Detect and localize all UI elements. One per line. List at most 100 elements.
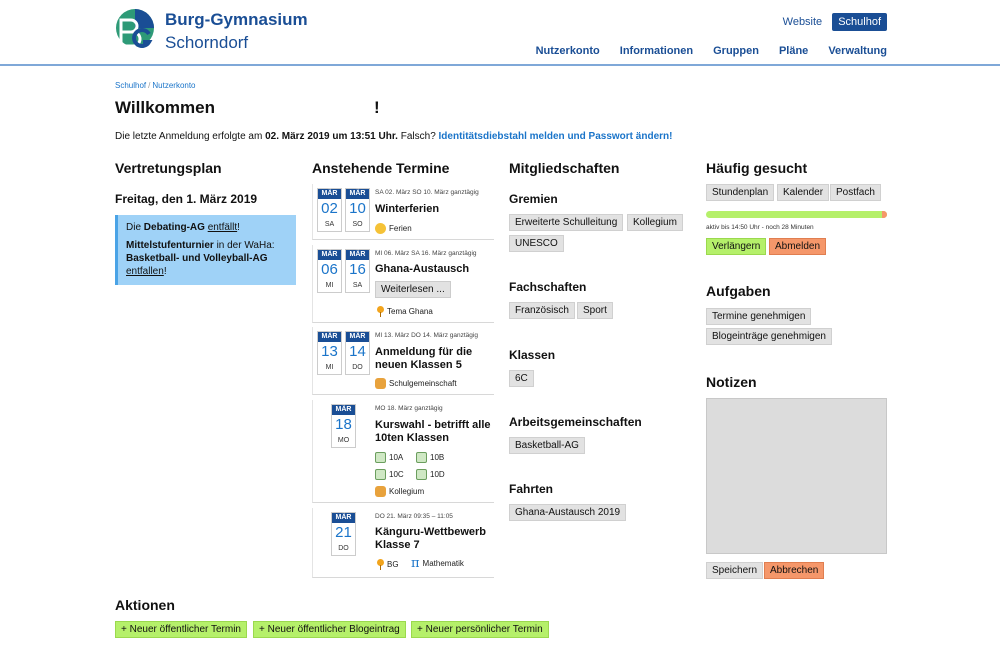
website-link[interactable]: Website <box>779 14 827 30</box>
school-location[interactable]: Schorndorf <box>165 33 248 53</box>
fahrten-title: Fahrten <box>509 482 554 496</box>
page-title: Willkommen <box>115 98 215 117</box>
entfaellt-link[interactable]: entfällt <box>208 222 237 233</box>
school-name[interactable]: Burg-Gymnasium <box>165 10 308 30</box>
termine-title: Anstehende Termine <box>312 160 450 176</box>
event-item[interactable]: MÄR 02 SA MÄR 10 SO SA 02. März SO 10. März … <box>312 184 494 240</box>
class-icon <box>375 452 386 463</box>
calendar-date: MÄR 18 MO <box>331 404 356 448</box>
last-login-datetime: 02. März 2019 um 13:51 Uhr. <box>265 131 398 142</box>
last-login-question: Falsch? <box>400 131 436 142</box>
haeufig-title: Häufig gesucht <box>706 160 808 176</box>
quicklink-postfach[interactable]: Postfach <box>830 184 881 201</box>
event-tag: Kollegium <box>375 486 424 497</box>
page-title-exclamation: ! <box>374 98 380 117</box>
ags-title: Arbeitsgemeinschaften <box>509 415 642 429</box>
session-status: aktiv bis 14:50 Uhr - noch 28 Minuten <box>706 224 814 231</box>
event-title[interactable]: Känguru-Wettbewerb Klasse 7 <box>375 526 493 552</box>
main-nav: Nutzerkonto Informationen Gruppen Pläne … <box>536 45 887 57</box>
event-meta: MI 13. März DO 14. März ganztägig <box>375 332 478 339</box>
gremien-title: Gremien <box>509 192 558 206</box>
event-tag: Ferien <box>375 223 412 234</box>
calendar-date-start: MÄR 13 MI <box>317 331 342 375</box>
notice-line-debating: Die Debating-AG entfällt! <box>126 222 240 233</box>
event-title[interactable]: Kurswahl - betrifft alle 10ten Klassen <box>375 419 493 445</box>
event-meta: MO 18. März ganztägig <box>375 405 443 412</box>
event-title[interactable]: Anmeldung für die neuen Klassen 5 <box>375 346 493 372</box>
report-identity-theft-link[interactable]: Identitätsdiebstahl melden und Passwort … <box>439 131 673 142</box>
vertretungsplan-title: Vertretungsplan <box>115 160 222 176</box>
school-logo-icon[interactable] <box>115 8 159 52</box>
membership-tag[interactable]: Kollegium <box>627 214 683 231</box>
event-item[interactable]: MÄR 13 MI MÄR 14 DO MI 13. März DO 14. März … <box>312 327 494 395</box>
last-login-prefix: Die letzte Anmeldung erfolgte am <box>115 131 263 142</box>
nav-item-nutzerkonto[interactable]: Nutzerkonto <box>536 45 600 57</box>
read-more-button[interactable]: Weiterlesen ... <box>375 281 451 298</box>
breadcrumb-nutzerkonto[interactable]: Nutzerkonto <box>152 81 195 90</box>
calendar-date-end: MÄR 16 SA <box>345 249 370 293</box>
quicklink-stundenplan[interactable]: Stundenplan <box>706 184 775 201</box>
event-tag: Schulgemeinschaft <box>375 378 457 389</box>
cancel-notes-button[interactable]: Abbrechen <box>764 562 825 579</box>
save-notes-button[interactable]: Speichern <box>706 562 764 579</box>
group-icon <box>375 486 386 497</box>
vertretungsplan-notice: Die Debating-AG entfällt! Mittelstufentu… <box>115 215 296 285</box>
class-icon <box>375 469 386 480</box>
mitgliedschaften-title: Mitgliedschaften <box>509 160 620 176</box>
fachschaften-title: Fachschaften <box>509 280 587 294</box>
nav-item-plaene[interactable]: Pläne <box>779 45 808 57</box>
membership-tag[interactable]: Erweiterte Schulleitung <box>509 214 624 231</box>
session-progress-fill <box>881 211 887 218</box>
event-item[interactable]: MÄR 18 MO MO 18. März ganztägig Kurswahl -… <box>312 400 494 503</box>
aktionen-title: Aktionen <box>115 597 175 613</box>
klassen-title: Klassen <box>509 348 556 362</box>
site-header: Burg-Gymnasium Schorndorf Website Schulh… <box>0 0 1000 66</box>
calendar-date-start: MÄR 02 SA <box>317 188 342 232</box>
nav-item-verwaltung[interactable]: Verwaltung <box>828 45 887 57</box>
nav-item-informationen[interactable]: Informationen <box>620 45 693 57</box>
event-tag: 10D <box>416 469 445 480</box>
nav-item-gruppen[interactable]: Gruppen <box>713 45 759 57</box>
membership-tag[interactable]: 6C <box>509 370 534 387</box>
membership-tag[interactable]: Ghana-Austausch 2019 <box>509 504 627 521</box>
location-pin-icon <box>377 306 384 317</box>
task-termine-genehmigen[interactable]: Termine genehmigen <box>706 308 812 325</box>
notes-textarea[interactable] <box>706 398 887 554</box>
schulhof-link[interactable]: Schulhof <box>832 13 887 31</box>
breadcrumb: Schulhof / Nutzerkonto <box>115 81 196 90</box>
event-title[interactable]: Ghana-Austausch <box>375 263 493 276</box>
session-progress-bar <box>706 211 887 218</box>
top-links: Website Schulhof <box>779 13 887 31</box>
event-meta: MI 06. März SA 16. März ganztägig <box>375 250 477 257</box>
event-item[interactable]: MÄR 06 MI MÄR 16 SA MI 06. März SA 16. März … <box>312 245 494 323</box>
notice-line-turnier: Mittelstufenturnier in der WaHa: <box>126 240 275 251</box>
event-item[interactable]: MÄR 21 DO DO 21. März 09:35 – 11:05 Kängur… <box>312 508 494 578</box>
breadcrumb-schulhof[interactable]: Schulhof <box>115 81 146 90</box>
new-public-event-button[interactable]: + Neuer öffentlicher Termin <box>115 621 247 638</box>
membership-tag[interactable]: UNESCO <box>509 235 564 252</box>
vertretungsplan-date: Freitag, den 1. März 2019 <box>115 192 258 206</box>
event-tag: BG <box>377 559 399 570</box>
event-tag: 10B <box>416 452 444 463</box>
event-title[interactable]: Winterferien <box>375 203 493 216</box>
extend-session-button[interactable]: Verlängern <box>706 238 767 255</box>
membership-tag[interactable]: Französisch <box>509 302 575 319</box>
membership-tag[interactable]: Sport <box>577 302 613 319</box>
smiley-sunglasses-icon <box>375 223 386 234</box>
class-icon <box>416 469 427 480</box>
entfallen-link[interactable]: entfallen <box>126 266 164 277</box>
new-public-blogpost-button[interactable]: + Neuer öffentlicher Blogeintrag <box>253 621 406 638</box>
calendar-date-end: MÄR 10 SO <box>345 188 370 232</box>
task-blogeintraege-genehmigen[interactable]: Blogeinträge genehmigen <box>706 328 832 345</box>
last-login-info: Die letzte Anmeldung erfolgte am 02. Mär… <box>115 131 672 142</box>
aufgaben-title: Aufgaben <box>706 283 771 299</box>
event-tag: 10A <box>375 452 403 463</box>
new-personal-event-button[interactable]: + Neuer persönlicher Termin <box>411 621 549 638</box>
event-tag: 10C <box>375 469 404 480</box>
logout-button[interactable]: Abmelden <box>769 238 827 255</box>
quicklink-kalender[interactable]: Kalender <box>777 184 830 201</box>
event-tag: Tema Ghana <box>377 306 433 317</box>
notizen-title: Notizen <box>706 374 757 390</box>
event-meta: DO 21. März 09:35 – 11:05 <box>375 513 453 520</box>
membership-tag[interactable]: Basketball-AG <box>509 437 585 454</box>
